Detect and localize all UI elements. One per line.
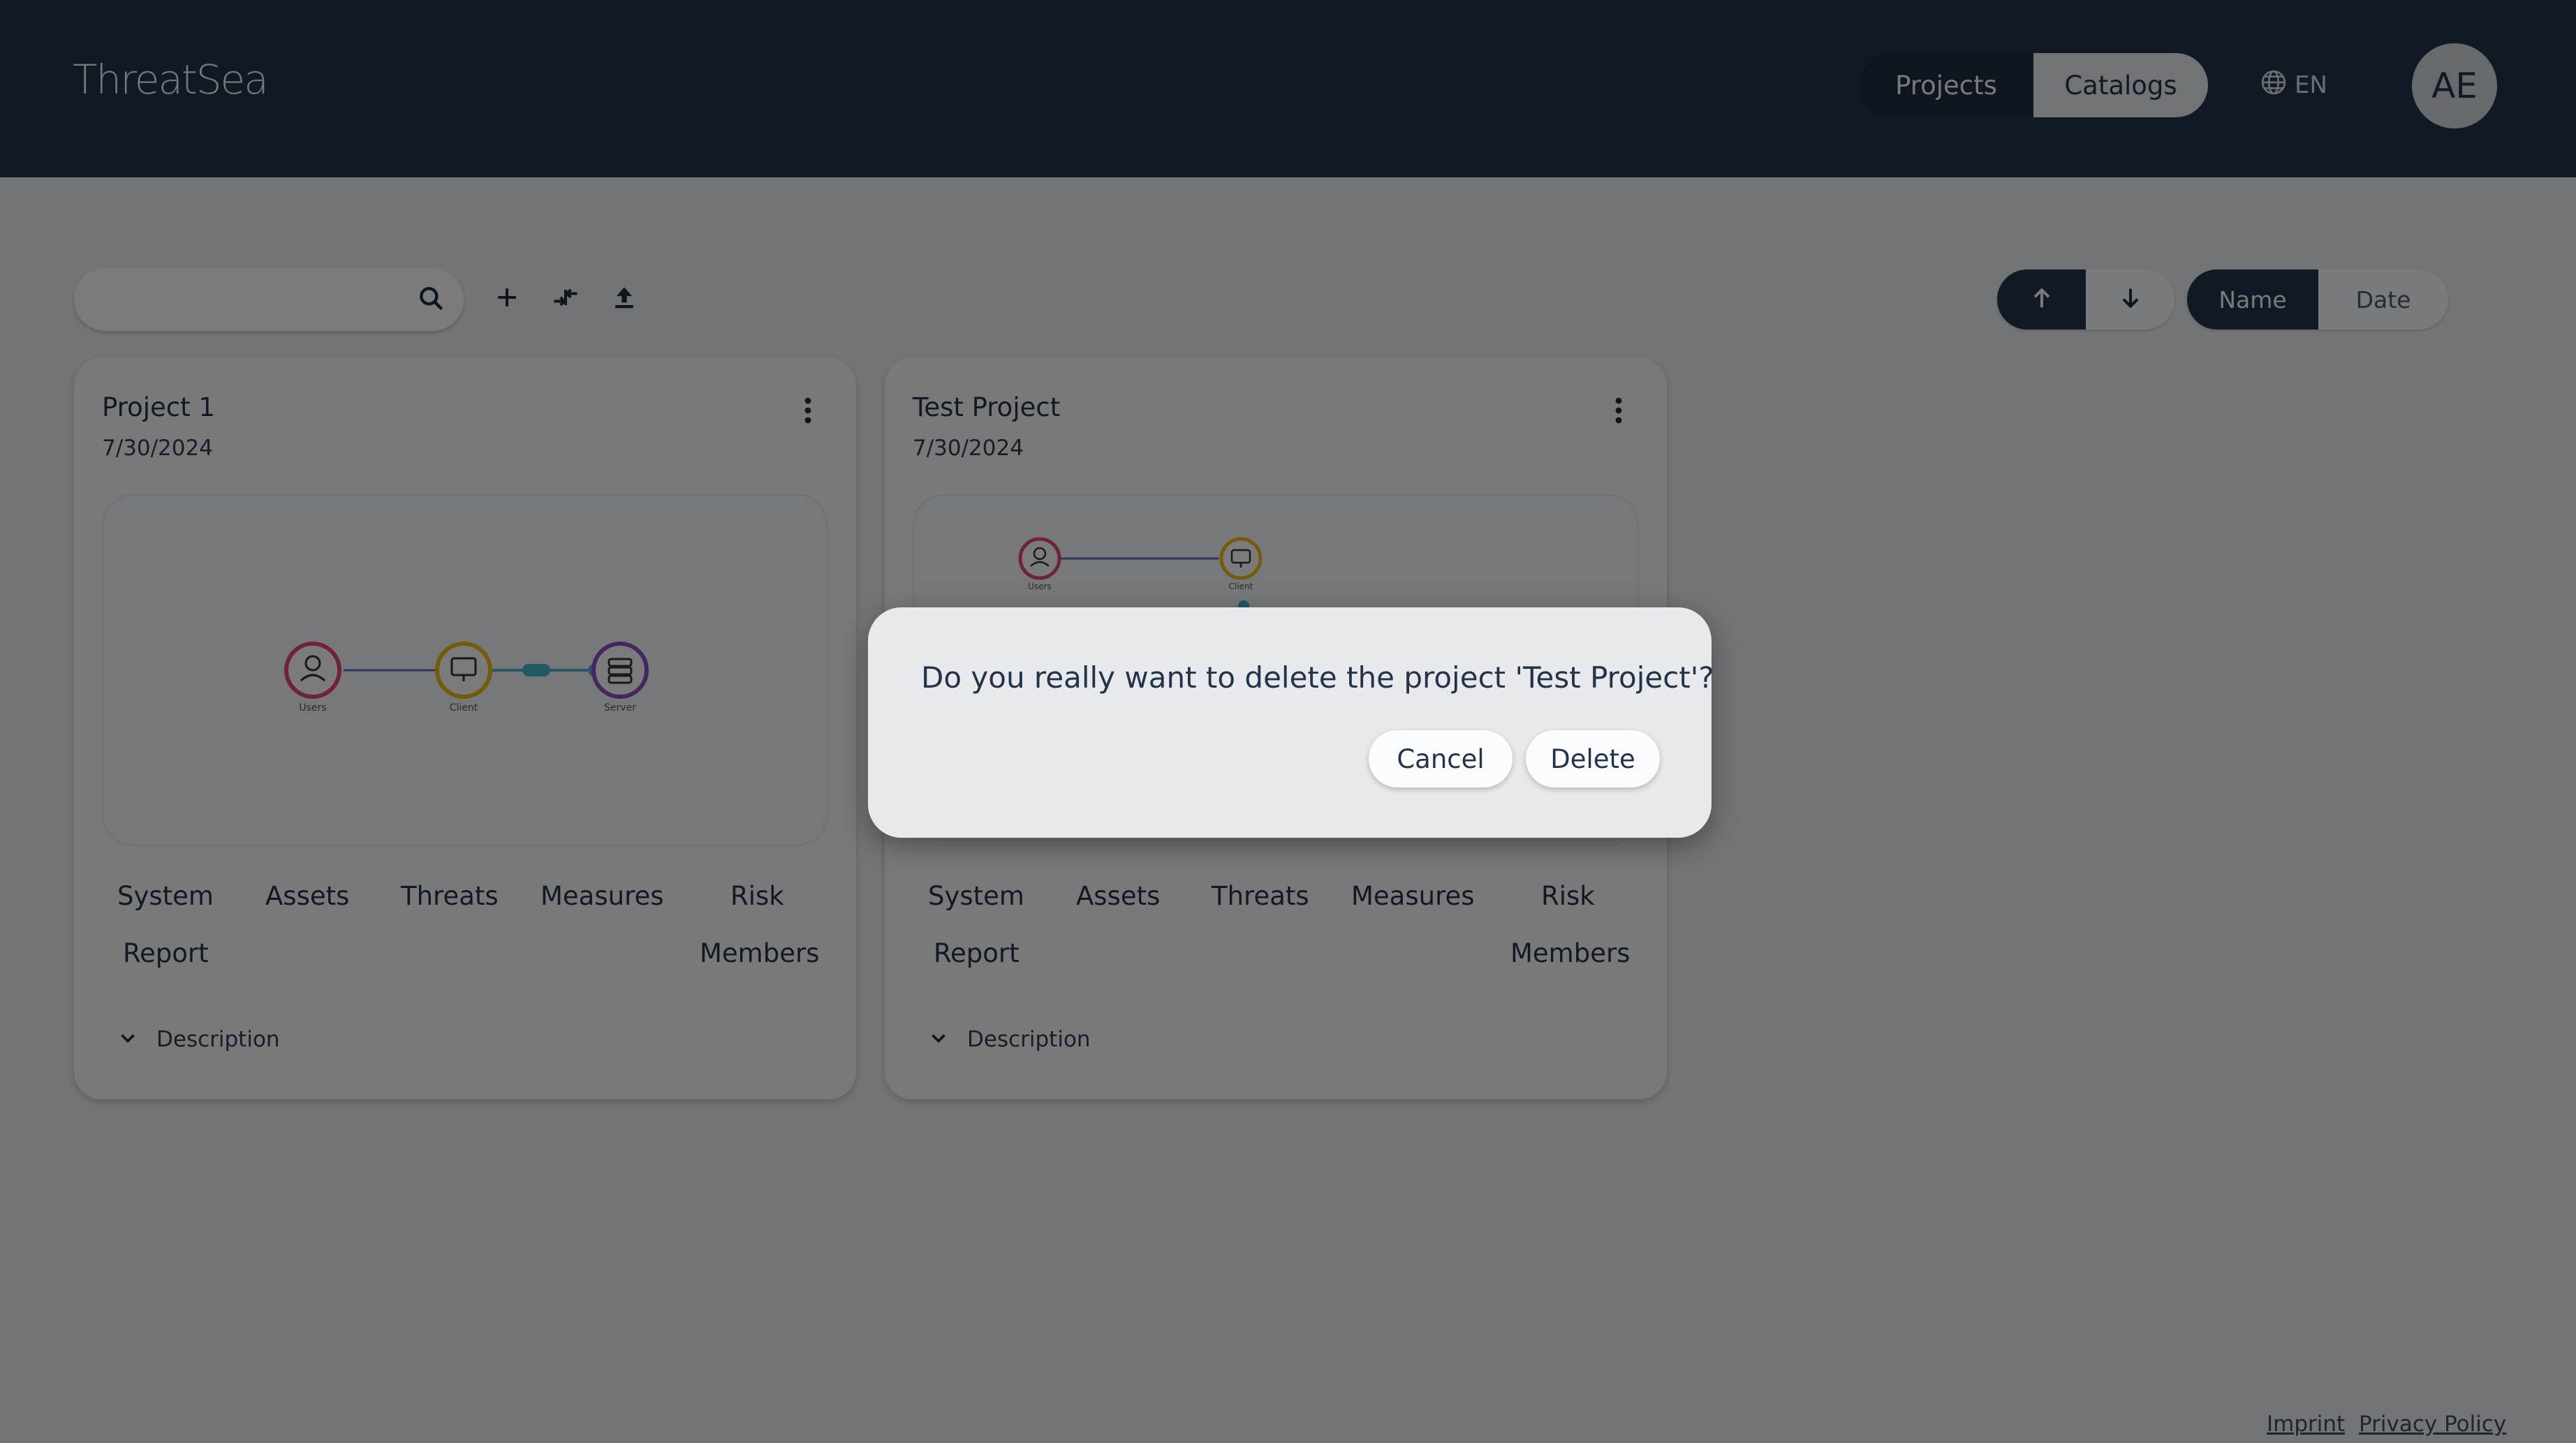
cancel-button[interactable]: Cancel (1369, 730, 1513, 787)
dialog-message: Do you really want to delete the project… (921, 660, 1714, 695)
delete-confirm-dialog: Do you really want to delete the project… (868, 607, 1714, 838)
delete-button[interactable]: Delete (1526, 730, 1660, 787)
